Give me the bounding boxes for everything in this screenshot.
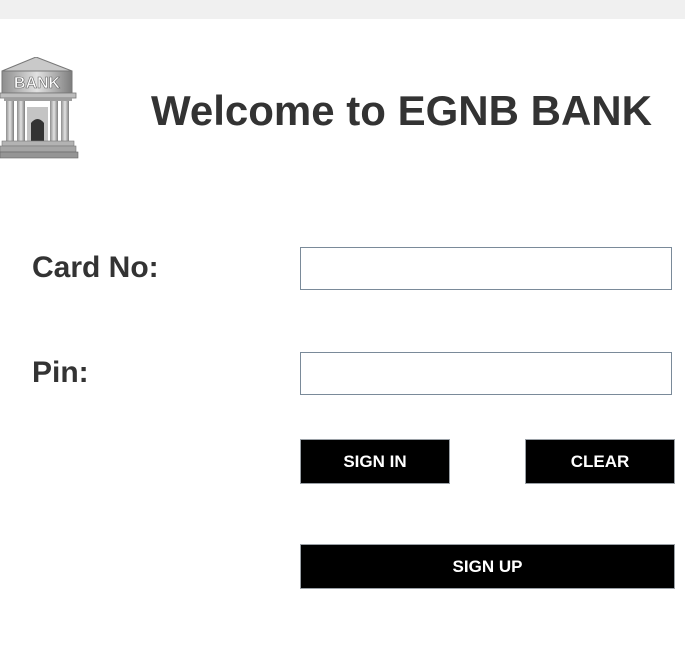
card-number-label: Card No: <box>32 251 159 284</box>
sign-in-button-label: SIGN IN <box>343 451 407 471</box>
card-number-input[interactable] <box>300 247 672 290</box>
svg-text:BANK: BANK <box>14 75 61 92</box>
window-titlebar <box>0 0 685 19</box>
clear-button[interactable]: CLEAR <box>525 439 675 484</box>
pin-label: Pin: <box>32 356 89 389</box>
sign-in-button[interactable]: SIGN IN <box>300 439 450 484</box>
sign-up-button[interactable]: SIGN UP <box>300 544 675 589</box>
bank-logo-icon: BANK <box>0 56 80 161</box>
sign-up-button-label: SIGN UP <box>452 556 523 576</box>
pin-input[interactable] <box>300 352 672 395</box>
page-title: Welcome to EGNB BANK <box>151 87 652 134</box>
clear-button-label: CLEAR <box>570 451 630 471</box>
